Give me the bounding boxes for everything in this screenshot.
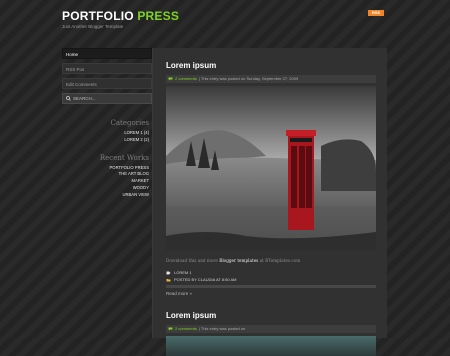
site-header: PORTFOLIO PRESS Just Another Blogger Tem… <box>62 9 179 29</box>
comment-icon <box>168 327 173 331</box>
nav-item-home[interactable]: Home <box>62 48 152 59</box>
post-meta: 2 comments | This entry was posted on Su… <box>166 75 376 83</box>
comments-link[interactable]: 2 comments <box>175 75 197 83</box>
comments-link[interactable]: 2 comments <box>175 325 197 333</box>
comment-icon <box>168 77 173 81</box>
folder-icon <box>166 278 171 281</box>
post: Lorem ipsum 2 comments | This entry was … <box>166 311 376 356</box>
post-date: | This entry was posted on Sunday, Septe… <box>198 76 299 81</box>
post-image <box>166 86 376 250</box>
recent-work-link[interactable]: THE ART BLOG <box>62 171 149 178</box>
recent-work-link[interactable]: URBAN VIEW <box>62 192 149 199</box>
recent-works-list: PORTFOLIO PRESS THE ART BLOG MARKET WOOD… <box>62 165 152 199</box>
categories-title: Categories <box>110 119 150 127</box>
caption-prefix: Download this and more <box>166 258 218 263</box>
recent-works-title: Recent Works <box>99 153 149 162</box>
rss-button[interactable]: RSS <box>368 10 384 16</box>
post-meta: 2 comments | This entry was posted on <box>166 325 376 333</box>
post-label[interactable]: LOREM 1 <box>174 270 192 275</box>
nav-item-rss-posts[interactable]: RSS Pos <box>62 63 152 74</box>
posted-by: POSTED BY CLAUDIA AT 8:50 AM <box>174 277 237 282</box>
recent-work-link[interactable]: WOODY <box>62 185 149 192</box>
post-title[interactable]: Lorem ipsum <box>166 311 376 320</box>
search-input[interactable]: SEARCH... <box>62 93 152 104</box>
post: Lorem ipsum 2 comments | This entry was … <box>166 61 376 296</box>
caption-link[interactable]: Blogger templates <box>219 258 258 263</box>
site-logo[interactable]: PORTFOLIO PRESS <box>62 9 179 23</box>
site-tagline: Just Another Blogger Template <box>62 24 124 29</box>
post-divider <box>166 285 376 288</box>
category-link[interactable]: LOREM 2 (2) <box>62 137 149 144</box>
sidebar: Home RSS Pos Edit Comments SEARCH... Cat… <box>62 48 152 199</box>
read-more-link[interactable]: Read more » <box>166 291 376 296</box>
category-link[interactable]: LOREM 1 (4) <box>62 130 149 137</box>
tag-icon <box>166 271 171 274</box>
search-placeholder: SEARCH... <box>73 95 96 101</box>
post-image <box>166 336 376 356</box>
nav-item-rss-comments[interactable]: Edit Comments <box>62 78 152 89</box>
post-title[interactable]: Lorem ipsum <box>166 61 376 70</box>
search-icon <box>66 96 71 101</box>
recent-work-link[interactable]: PORTFOLIO PRESS <box>62 165 149 172</box>
caption-suffix: at BTemplates.com <box>259 258 301 263</box>
main-content: Lorem ipsum 2 comments | This entry was … <box>152 48 387 356</box>
phone-booth <box>286 130 316 230</box>
recent-work-link[interactable]: MARKET <box>62 178 149 185</box>
logo-word-press: PRESS <box>137 9 180 23</box>
categories-list: LOREM 1 (4) LOREM 2 (2) <box>62 130 152 144</box>
logo-word-portfolio: PORTFOLIO <box>62 9 134 23</box>
post-footer: LOREM 1 POSTED BY CLAUDIA AT 8:50 AM <box>166 269 376 283</box>
post-caption: Download this and more Blogger templates… <box>166 258 376 263</box>
post-date: | This entry was posted on <box>198 326 246 331</box>
